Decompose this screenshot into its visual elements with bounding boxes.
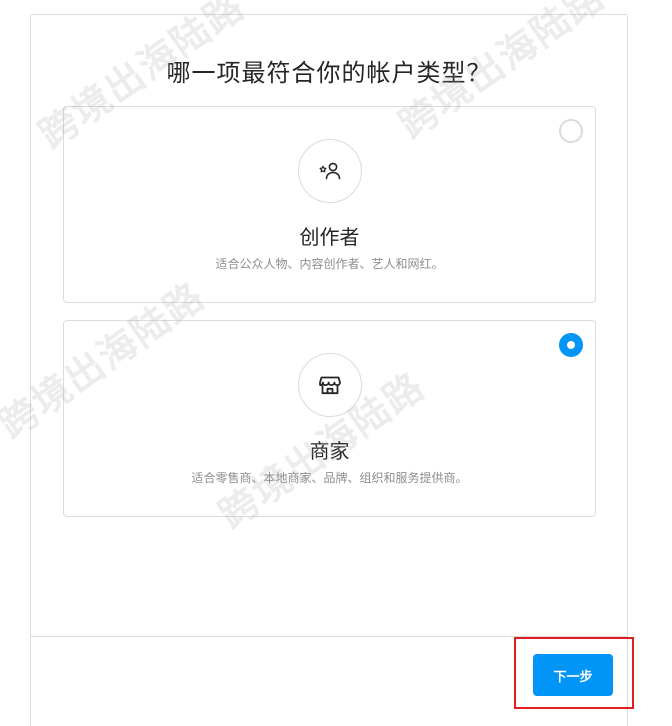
option-desc-creator: 适合公众人物、内容创作者、艺人和网红。 (215, 257, 444, 271)
footer-divider (31, 636, 627, 637)
option-card-business[interactable]: 商家 适合零售商、本地商家、品牌、组织和服务提供商。 (63, 320, 596, 517)
option-desc-business: 适合零售商、本地商家、品牌、组织和服务提供商。 (191, 471, 468, 485)
creator-icon-circle (297, 139, 362, 203)
radio-business[interactable] (559, 333, 583, 357)
business-icon-circle (297, 353, 362, 417)
storefront-icon (318, 376, 341, 395)
next-button[interactable]: 下一步 (533, 654, 613, 696)
dialog-title: 哪一项最符合你的帐户类型？ (166, 59, 492, 87)
radio-creator[interactable] (559, 119, 583, 143)
option-card-creator[interactable]: 创作者 适合公众人物、内容创作者、艺人和网红。 (63, 106, 596, 303)
option-title-creator: 创作者 (299, 225, 360, 249)
creator-star-person-icon (319, 162, 340, 180)
account-type-dialog: 哪一项最符合你的帐户类型？ 创作者 适合公众人物、内容创作者、艺人和网红。 商家… (30, 14, 628, 726)
option-title-business: 商家 (309, 439, 350, 463)
